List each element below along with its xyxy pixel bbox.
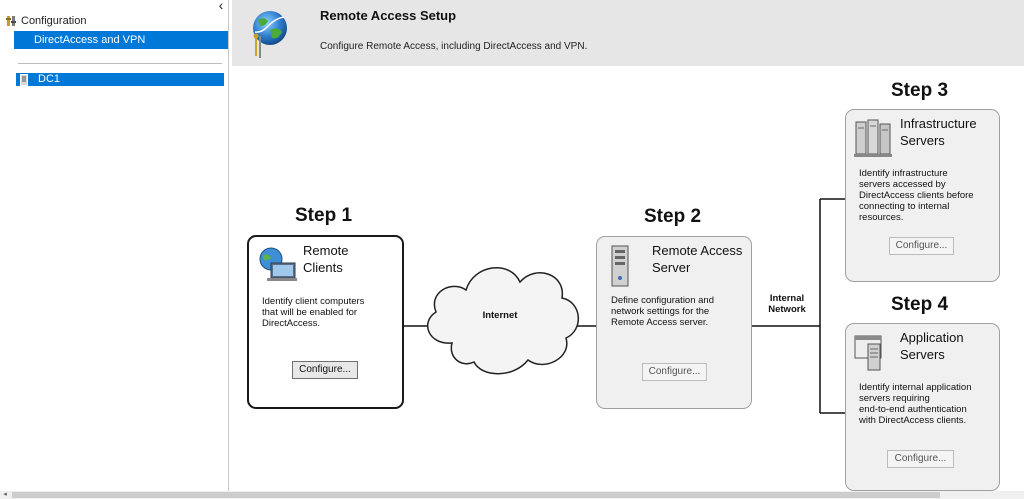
server-rack-icon xyxy=(854,119,892,157)
step2-title-line2: Server xyxy=(652,260,691,275)
step3-desc-line: Identify infrastructure xyxy=(859,168,948,179)
step1-description: Identify client computers that will be e… xyxy=(262,296,364,329)
step1-remote-clients-card: Remote Clients Identify client computers… xyxy=(247,235,404,409)
step3-desc-line: servers accessed by xyxy=(859,179,946,190)
step3-description: Identify infrastructure servers accessed… xyxy=(859,168,974,223)
server-tower-icon xyxy=(611,245,629,287)
step4-label: Step 4 xyxy=(891,294,949,315)
step2-desc-line: network settings for the xyxy=(611,306,710,317)
step1-desc-line: that will be enabled for xyxy=(262,307,358,318)
internal-network-label: Internal Network xyxy=(758,293,816,315)
step4-title: Application Servers xyxy=(900,329,964,363)
step1-desc-line: Identify client computers xyxy=(262,296,365,307)
step3-title-line2: Servers xyxy=(900,133,945,148)
remote-clients-icon xyxy=(259,247,297,281)
step4-desc-line: end-to-end authentication xyxy=(859,404,967,415)
step1-title-line2: Clients xyxy=(303,260,343,275)
step3-desc-line: resources. xyxy=(859,212,904,223)
step3-title: Infrastructure Servers xyxy=(900,115,977,149)
step2-label: Step 2 xyxy=(644,206,702,227)
step1-desc-line: DirectAccess. xyxy=(262,318,321,329)
step1-configure-button[interactable]: Configure... xyxy=(292,361,358,379)
step4-description: Identify internal application servers re… xyxy=(859,382,972,426)
step4-title-line1: Application xyxy=(900,330,964,345)
step4-title-line2: Servers xyxy=(900,347,945,362)
internet-label: Internet xyxy=(482,310,518,321)
application-server-icon xyxy=(854,335,882,371)
step1-label: Step 1 xyxy=(295,205,353,226)
step2-configure-button[interactable]: Configure... xyxy=(642,363,707,381)
scroll-left-arrow-icon[interactable]: ◂ xyxy=(1,491,9,499)
step3-label: Step 3 xyxy=(891,80,949,101)
step3-desc-line: DirectAccess clients before xyxy=(859,190,974,201)
step1-title: Remote Clients xyxy=(303,242,349,276)
step2-title-line1: Remote Access xyxy=(652,243,743,258)
step3-configure-button[interactable]: Configure... xyxy=(889,237,954,255)
internal-network-line1: Internal xyxy=(769,293,805,304)
step4-configure-button[interactable]: Configure... xyxy=(887,450,954,468)
step4-desc-line: Identify internal application xyxy=(859,382,972,393)
scrollbar-thumb[interactable] xyxy=(12,492,940,498)
step3-title-line1: Infrastructure xyxy=(900,116,977,131)
step4-desc-line: with DirectAccess clients. xyxy=(859,415,967,426)
step2-desc-line: Remote Access server. xyxy=(611,317,709,328)
step4-desc-line: servers requiring xyxy=(859,393,930,404)
step2-remote-access-server-card: Remote Access Server Define configuratio… xyxy=(596,236,752,409)
step4-application-servers-card: Application Servers Identify internal ap… xyxy=(845,323,1000,491)
step2-title: Remote Access Server xyxy=(652,242,742,276)
internal-network-line2: Network xyxy=(768,304,806,315)
step3-desc-line: connecting to internal xyxy=(859,201,950,212)
step2-desc-line: Define configuration and xyxy=(611,295,714,306)
horizontal-scrollbar[interactable]: ◂ xyxy=(0,491,1024,499)
step2-description: Define configuration and network setting… xyxy=(611,295,714,328)
step1-title-line1: Remote xyxy=(303,243,349,258)
step3-infrastructure-servers-card: Infrastructure Servers Identify infrastr… xyxy=(845,109,1000,282)
